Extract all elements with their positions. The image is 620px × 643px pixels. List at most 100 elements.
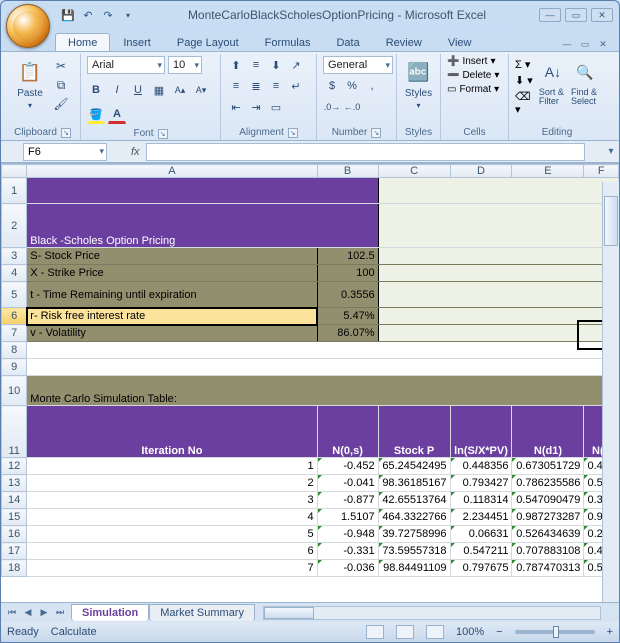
zoom-slider[interactable] xyxy=(515,630,595,634)
table-cell[interactable]: 7 xyxy=(27,560,317,577)
th-nd1[interactable]: N(d1) xyxy=(512,406,584,458)
table-cell[interactable]: 39.72758996 xyxy=(378,526,450,543)
alignment-dialog-icon[interactable]: ↘ xyxy=(288,128,298,138)
table-cell[interactable]: 0.786235586 xyxy=(512,475,584,492)
paste-button[interactable]: 📋 Paste ▾ xyxy=(11,56,49,110)
grow-font-button[interactable]: A▴ xyxy=(171,81,189,99)
scroll-thumb[interactable] xyxy=(604,196,618,246)
maximize-button[interactable]: ▭ xyxy=(565,8,587,22)
font-size-combo[interactable]: 10 xyxy=(168,56,202,74)
table-cell[interactable]: 0.526434639 xyxy=(512,526,584,543)
number-format-combo[interactable]: General xyxy=(323,56,393,74)
row-header[interactable]: 18 xyxy=(2,560,27,577)
tab-nav-prev-icon[interactable]: ◀ xyxy=(21,607,35,618)
select-all-button[interactable] xyxy=(2,165,27,178)
table-cell[interactable]: -0.331 xyxy=(317,543,378,560)
cell-b6[interactable]: 5.47% xyxy=(317,308,378,325)
underline-button[interactable]: U xyxy=(129,81,147,99)
doc-restore-button[interactable]: ▭ xyxy=(577,37,593,51)
row-header[interactable]: 9 xyxy=(2,359,27,376)
table-cell[interactable]: 0.547090479 xyxy=(512,492,584,509)
row-header[interactable]: 2 xyxy=(2,204,27,248)
table-cell[interactable]: 464.3322766 xyxy=(378,509,450,526)
table-cell[interactable]: 0.793427 xyxy=(450,475,512,492)
horizontal-scrollbar[interactable] xyxy=(263,606,601,620)
th-iteration[interactable]: Iteration No xyxy=(27,406,317,458)
orientation-button[interactable]: ↗ xyxy=(287,56,305,74)
align-bottom-button[interactable]: ⬇ xyxy=(267,56,285,74)
fill-color-button[interactable]: 🪣 xyxy=(87,106,105,124)
col-header-d[interactable]: D xyxy=(450,165,512,178)
minimize-button[interactable]: — xyxy=(539,8,561,22)
col-header-c[interactable]: C xyxy=(378,165,450,178)
table-cell[interactable]: 0.673051729 xyxy=(512,458,584,475)
tab-nav-first-icon[interactable]: ⏮ xyxy=(5,607,19,618)
row-header[interactable]: 8 xyxy=(2,342,27,359)
increase-decimal-button[interactable]: .0→ xyxy=(323,98,341,116)
row-header[interactable]: 12 xyxy=(2,458,27,475)
table-cell[interactable]: 5 xyxy=(27,526,317,543)
zoom-handle[interactable] xyxy=(553,626,559,638)
office-button[interactable] xyxy=(6,4,50,48)
decrease-decimal-button[interactable]: ←.0 xyxy=(343,98,361,116)
find-select-button[interactable]: 🔍 Find & Select xyxy=(571,56,599,106)
row-header[interactable]: 14 xyxy=(2,492,27,509)
styles-button[interactable]: 🔤 Styles ▾ xyxy=(403,56,434,110)
cut-icon[interactable]: ✂ xyxy=(53,58,69,74)
table-cell[interactable]: 0.787470313 xyxy=(512,560,584,577)
tab-review[interactable]: Review xyxy=(373,33,435,51)
align-middle-button[interactable]: ≡ xyxy=(247,56,265,74)
row-header[interactable]: 16 xyxy=(2,526,27,543)
row-header[interactable]: 11 xyxy=(2,406,27,458)
table-cell[interactable]: 0.06631 xyxy=(450,526,512,543)
col-header-a[interactable]: A xyxy=(27,165,317,178)
currency-button[interactable]: $ xyxy=(323,77,341,95)
col-header-f[interactable]: F xyxy=(584,165,619,178)
table-cell[interactable]: 1 xyxy=(27,458,317,475)
table-cell[interactable]: 73.59557318 xyxy=(378,543,450,560)
row-header[interactable]: 13 xyxy=(2,475,27,492)
comma-button[interactable]: , xyxy=(363,77,381,95)
row-header[interactable]: 6 xyxy=(2,308,27,325)
percent-button[interactable]: % xyxy=(343,77,361,95)
close-button[interactable]: ✕ xyxy=(591,8,613,22)
font-name-combo[interactable]: Arial xyxy=(87,56,165,74)
wrap-text-button[interactable]: ↵ xyxy=(287,77,305,95)
increase-indent-button[interactable]: ⇥ xyxy=(247,98,265,116)
cell-a5[interactable]: t - Time Remaining until expiration xyxy=(27,282,317,308)
table-cell[interactable]: -0.452 xyxy=(317,458,378,475)
qat-more-icon[interactable]: ▾ xyxy=(121,8,135,22)
formula-bar[interactable] xyxy=(146,143,585,161)
tab-page-layout[interactable]: Page Layout xyxy=(164,33,252,51)
decrease-indent-button[interactable]: ⇤ xyxy=(227,98,245,116)
col-header-b[interactable]: B xyxy=(317,165,378,178)
tab-data[interactable]: Data xyxy=(323,33,372,51)
table-cell[interactable]: 0.118314 xyxy=(450,492,512,509)
undo-icon[interactable]: ↶ xyxy=(81,8,95,22)
table-cell[interactable]: -0.036 xyxy=(317,560,378,577)
table-cell[interactable]: 0.797675 xyxy=(450,560,512,577)
number-dialog-icon[interactable]: ↘ xyxy=(371,128,381,138)
redo-icon[interactable]: ↷ xyxy=(101,8,115,22)
row-header[interactable]: 4 xyxy=(2,265,27,282)
row-header[interactable]: 1 xyxy=(2,178,27,204)
th-n0s[interactable]: N(0,s) xyxy=(317,406,378,458)
doc-minimize-button[interactable]: — xyxy=(559,37,575,51)
row-header[interactable]: 15 xyxy=(2,509,27,526)
table-cell[interactable]: 0.448356 xyxy=(450,458,512,475)
table-cell[interactable]: 98.36185167 xyxy=(378,475,450,492)
table-cell[interactable]: 98.84491109 xyxy=(378,560,450,577)
cell-b3[interactable]: 102.5 xyxy=(317,248,378,265)
font-color-button[interactable]: A xyxy=(108,106,126,124)
insert-cells-button[interactable]: ➕Insert ▾ xyxy=(447,56,496,67)
cell-a7[interactable]: v - Volatility xyxy=(27,325,317,342)
tab-nav-next-icon[interactable]: ▶ xyxy=(37,607,51,618)
view-normal-button[interactable] xyxy=(366,625,384,639)
row-header[interactable]: 10 xyxy=(2,376,27,406)
save-icon[interactable]: 💾 xyxy=(61,8,75,22)
fill-button[interactable]: ⬇ ▾ xyxy=(515,74,535,87)
format-painter-icon[interactable]: 🖌 xyxy=(53,96,69,112)
align-center-button[interactable]: ≣ xyxy=(247,77,265,95)
align-right-button[interactable]: ≡ xyxy=(267,77,285,95)
expand-formula-bar-icon[interactable]: ▾ xyxy=(603,146,619,157)
